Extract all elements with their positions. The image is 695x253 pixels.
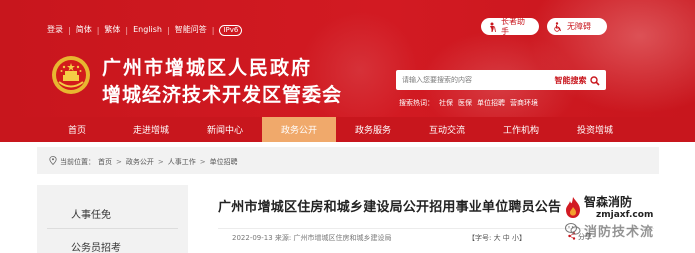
watermark: 智森消防 zmjaxf.com 消防技术流 [562, 193, 690, 253]
smart-qa-link[interactable]: 智能问答 [175, 24, 207, 36]
search-box: 智能搜索 [396, 70, 606, 90]
smart-search-button[interactable]: 智能搜索 [548, 70, 606, 90]
article-date-source: 2022-09-13 来源: 广州市增城区住房和城乡建设局 [232, 234, 392, 242]
font-size-control[interactable]: 【字号: 大 中 小】 [468, 233, 526, 243]
watermark-site: zmjaxf.com [596, 210, 654, 220]
nav-item-invest[interactable]: 投资增城 [558, 117, 632, 142]
search-input[interactable] [396, 70, 546, 90]
hot-words: 搜索热词： 社保 医保 单位招聘 营商环境 [399, 99, 538, 108]
hot-word-link[interactable]: 社保 [439, 99, 453, 108]
separator: | [125, 25, 129, 35]
nav-item-gov-affairs[interactable]: 政务公开 [262, 117, 336, 142]
separator: | [167, 25, 170, 35]
wheelchair-icon [553, 17, 563, 36]
elder-icon [487, 17, 497, 36]
wechat-icon [565, 221, 581, 240]
search-icon [589, 71, 600, 90]
nav-item-about[interactable]: 走进增城 [114, 117, 188, 142]
breadcrumb-separator: > [199, 157, 206, 166]
hot-word-link[interactable]: 单位招聘 [477, 99, 505, 108]
breadcrumb-bar: 当前位置： 首页 > 政务公开 > 人事工作 > 单位招聘 [37, 147, 659, 174]
article-title: 广州市增城区住房和城乡建设局公开招用事业单位聘员公告 [218, 200, 562, 215]
main-nav: 首页 走进增城 新闻中心 政务公开 政务服务 互动交流 工作机构 投资增城 [0, 117, 695, 142]
traditional-link[interactable]: 繁体 [104, 24, 120, 36]
breadcrumb-separator: > [157, 157, 164, 166]
watermark-tech: 消防技术流 [584, 225, 655, 240]
accessibility-button[interactable]: 无障碍 [547, 18, 607, 35]
separator: | [211, 25, 215, 35]
site-title-line2: 增城经济技术开发区管委会 [102, 84, 343, 106]
sidebar-item-civil-exam[interactable]: 公务员招考 [71, 239, 121, 253]
site-title-line1: 广州市增城区人民政府 [102, 57, 313, 79]
top-links-bar: 登录 | 简体 | 繁体 | English | 智能问答 | IPv6 [47, 24, 243, 36]
sidebar-divider [47, 228, 178, 229]
watermark-logo-icon [562, 196, 584, 224]
nav-item-agencies[interactable]: 工作机构 [484, 117, 558, 142]
breadcrumb-item[interactable]: 单位招聘 [210, 158, 238, 167]
breadcrumb-item[interactable]: 政务公开 [126, 158, 154, 167]
nav-item-home[interactable]: 首页 [40, 117, 114, 142]
national-emblem-logo [51, 55, 91, 95]
breadcrumb-separator: > [116, 157, 122, 166]
separator: | [68, 25, 71, 35]
nav-item-news[interactable]: 新闻中心 [188, 117, 262, 142]
breadcrumb-item[interactable]: 人事工作 [168, 158, 196, 167]
site-header: 登录 | 简体 | 繁体 | English | 智能问答 | IPv6 长者助… [0, 0, 695, 117]
separator: | [96, 25, 100, 35]
elder-mode-button[interactable]: 长者助手 [481, 16, 539, 36]
smart-search-label: 智能搜索 [554, 75, 587, 85]
watermark-brand: 智森消防 [584, 195, 633, 209]
ipv6-badge: IPv6 [219, 24, 243, 36]
sidebar: 人事任免 公务员招考 [37, 185, 188, 253]
nav-item-gov-services[interactable]: 政务服务 [336, 117, 410, 142]
english-link[interactable]: English [133, 24, 162, 36]
nav-item-interaction[interactable]: 互动交流 [410, 117, 484, 142]
elder-mode-label: 长者助手 [501, 16, 525, 36]
simplified-link[interactable]: 简体 [76, 24, 92, 36]
breadcrumb: 当前位置： 首页 > 政务公开 > 人事工作 > 单位招聘 [49, 156, 238, 168]
hot-word-link[interactable]: 医保 [458, 99, 472, 108]
hot-words-label: 搜索热词： [399, 99, 434, 107]
hot-word-link[interactable]: 营商环境 [510, 99, 538, 108]
login-link[interactable]: 登录 [47, 24, 63, 36]
breadcrumb-item[interactable]: 首页 [98, 158, 112, 167]
sidebar-item-appointments[interactable]: 人事任免 [71, 206, 111, 221]
accessibility-label: 无障碍 [567, 21, 591, 31]
breadcrumb-label: 当前位置： [60, 157, 95, 166]
location-pin-icon [49, 156, 57, 168]
